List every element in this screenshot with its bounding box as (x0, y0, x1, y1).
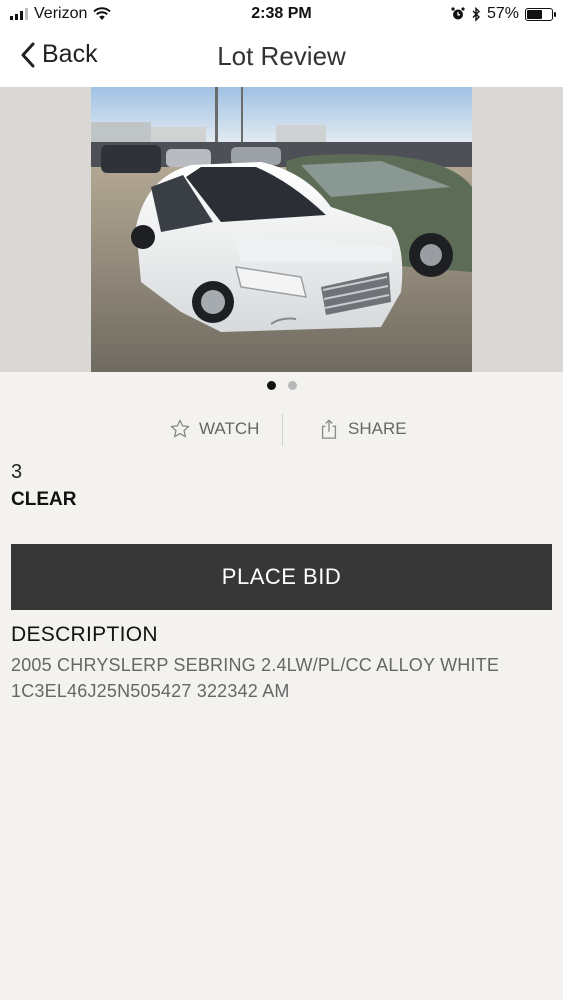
car-image (91, 87, 472, 372)
description-line-2: 1C3EL46J25N505427 322342 AM (11, 681, 290, 701)
nav-bar: Back Lot Review (0, 30, 563, 87)
battery-percent: 57% (486, 5, 519, 22)
description-heading: DESCRIPTION (11, 623, 158, 646)
lot-number: 3 (11, 461, 23, 483)
share-icon (321, 419, 337, 439)
watch-label: WATCH (199, 419, 260, 438)
car-photo[interactable] (91, 87, 472, 372)
page-title: Lot Review (217, 41, 346, 71)
alarm-icon (451, 7, 465, 20)
watch-button[interactable]: WATCH (169, 418, 259, 440)
share-label: SHARE (348, 419, 407, 438)
status-right: 57% (451, 5, 556, 23)
actions-divider (282, 414, 283, 446)
share-button[interactable]: SHARE (318, 418, 407, 440)
description-line-1: 2005 CHRYSLERP SEBRING 2.4LW/PL/CC ALLOY… (11, 655, 500, 675)
battery-icon (525, 7, 556, 21)
gallery-page-indicator[interactable] (0, 381, 563, 390)
photo-gallery[interactable] (0, 87, 563, 372)
status-bar: Verizon 2:38 PM 57% (0, 0, 563, 30)
lot-actions: WATCH SHARE (0, 414, 563, 448)
place-bid-button[interactable]: PLACE BID (11, 544, 552, 610)
bluetooth-icon (472, 6, 480, 22)
star-outline-icon (170, 419, 190, 438)
page-dot-2[interactable] (287, 381, 297, 390)
page-dot-1[interactable] (266, 381, 276, 390)
title-status: CLEAR (11, 489, 77, 510)
